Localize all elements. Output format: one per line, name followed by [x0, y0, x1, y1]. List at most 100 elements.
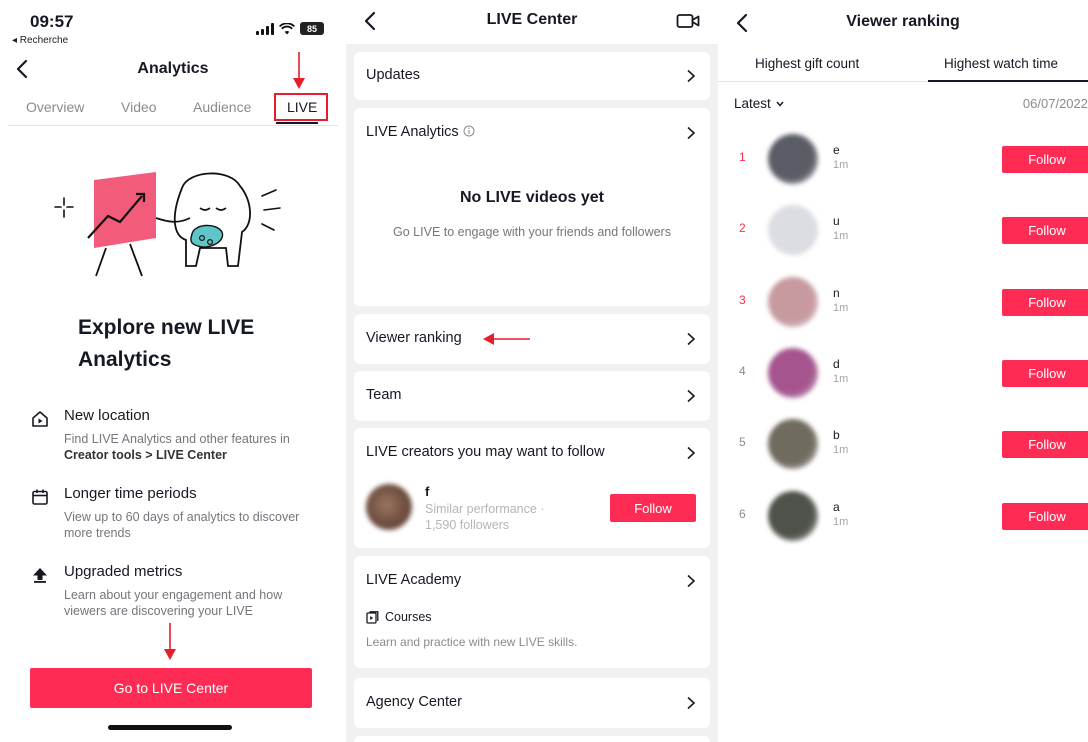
watch-time: 1m	[833, 515, 849, 528]
follow-button[interactable]: Follow	[1002, 502, 1088, 530]
feature-description-bold: Creator tools > LIVE Center	[64, 448, 227, 462]
suggested-creators-card: LIVE creators you may want to follow f S…	[354, 428, 710, 548]
live-academy-label[interactable]: LIVE Academy	[366, 572, 461, 588]
updates-label: Updates	[366, 67, 421, 83]
viewer-row[interactable]: 4 d 1m Follow	[718, 342, 1088, 404]
tab-highest-gift-count[interactable]: Highest gift count	[755, 56, 859, 71]
battery-icon: 85	[300, 22, 324, 35]
annotation-arrow-down-icon	[164, 623, 176, 660]
ranking-date: 06/07/2022	[1022, 96, 1088, 111]
viewer-row[interactable]: 1 e 1m Follow	[718, 128, 1088, 190]
chevron-right-icon	[687, 389, 696, 403]
viewer-avatar[interactable]	[768, 205, 818, 256]
viewer-avatar[interactable]	[768, 347, 818, 398]
viewer-row[interactable]: 5 b 1m Follow	[718, 413, 1088, 475]
watch-time: 1m	[833, 444, 849, 457]
live-analytics-card: LIVE Analytics No LIVE videos yet Go LIV…	[354, 108, 710, 306]
feature-description: View up to 60 days of analytics to disco…	[64, 510, 300, 540]
viewer-row[interactable]: 2 u 1m Follow	[718, 199, 1088, 261]
live-analytics-label-text: LIVE Analytics	[366, 124, 459, 140]
active-tab-underline	[928, 80, 1088, 82]
viewer-row[interactable]: 6 a 1m Follow	[718, 485, 1088, 547]
home-play-icon	[32, 411, 48, 427]
viewer-avatar[interactable]	[768, 419, 818, 470]
follow-button[interactable]: Follow	[610, 494, 696, 522]
empty-state-description: Go LIVE to engage with your friends and …	[393, 225, 671, 239]
live-academy-card: LIVE Academy Courses Learn and practice …	[354, 556, 710, 668]
follow-button[interactable]: Follow	[1002, 217, 1088, 245]
rank-number: 4	[739, 363, 746, 378]
rank-number: 5	[739, 435, 746, 450]
team-row[interactable]: Team	[354, 371, 710, 421]
follow-button[interactable]: Follow	[1002, 359, 1088, 387]
feature-upgraded-metrics: Upgraded metrics Learn about your engage…	[30, 563, 330, 623]
viewer-name[interactable]: n	[833, 286, 840, 300]
follow-button[interactable]: Follow	[1002, 431, 1088, 459]
info-icon[interactable]	[463, 125, 475, 137]
wifi-icon	[279, 22, 295, 34]
annotation-highlight-box	[274, 93, 328, 121]
rank-number: 3	[739, 292, 746, 307]
team-label: Team	[366, 387, 402, 403]
watch-time: 1m	[833, 159, 849, 171]
calendar-icon	[32, 489, 48, 505]
courses-label: Courses	[385, 610, 432, 624]
updates-row[interactable]: Updates	[354, 52, 710, 100]
analytics-illustration	[54, 172, 281, 277]
chevron-right-icon[interactable]	[686, 126, 696, 140]
tab-overview[interactable]: Overview	[26, 99, 84, 115]
creator-avatar[interactable]	[366, 484, 412, 530]
viewer-name[interactable]: d	[833, 357, 840, 371]
viewer-name[interactable]: u	[833, 214, 840, 228]
live-analytics-label[interactable]: LIVE Analytics	[366, 124, 475, 140]
feature-description: Learn about your engagement and how view…	[64, 588, 283, 618]
watch-time: 1m	[833, 301, 849, 314]
tab-video[interactable]: Video	[121, 99, 157, 115]
back-to-search-link[interactable]: ◂ Recherche	[12, 35, 68, 46]
chevron-right-icon[interactable]	[686, 574, 696, 588]
video-camera-icon[interactable]	[676, 12, 700, 30]
feature-title: New location	[64, 407, 150, 424]
chevron-right-icon[interactable]	[686, 446, 696, 460]
courses-row[interactable]: Courses	[366, 610, 432, 624]
analytics-screen: 09:57 ◂ Recherche 85 Analytics Overview …	[0, 0, 346, 742]
chevron-down-icon	[776, 101, 784, 107]
tab-highest-watch-time[interactable]: Highest watch time	[944, 56, 1058, 71]
live-center-screen: LIVE Center Updates LIVE Analytics No LI…	[346, 0, 718, 742]
viewer-avatar[interactable]	[768, 276, 818, 327]
rank-number: 6	[739, 506, 746, 521]
signal-icon	[256, 22, 274, 35]
go-to-live-center-button[interactable]: Go to LIVE Center	[30, 668, 312, 708]
viewer-name[interactable]: b	[833, 428, 840, 442]
follow-button[interactable]: Follow	[1002, 146, 1088, 173]
creator-name[interactable]: f	[425, 484, 429, 499]
viewer-ranking-row[interactable]: Viewer ranking	[354, 314, 710, 364]
feature-description-text: Find LIVE Analytics and other features i…	[64, 432, 290, 446]
viewer-name[interactable]: a	[833, 500, 840, 514]
viewer-avatar[interactable]	[768, 490, 818, 541]
feature-title: Longer time periods	[64, 485, 197, 502]
status-icons: 85	[256, 22, 324, 35]
creator-similar-performance: Similar performance ·	[425, 502, 545, 516]
creator-followers: 1,590 followers	[425, 518, 510, 532]
upload-arrow-icon	[33, 568, 47, 583]
period-filter-dropdown[interactable]: Latest	[734, 96, 785, 111]
courses-icon	[366, 610, 379, 624]
chevron-right-icon	[687, 69, 696, 83]
annotation-arrow-left-icon	[483, 333, 530, 345]
viewer-avatar[interactable]	[768, 134, 818, 184]
page-title: LIVE Center	[486, 11, 578, 28]
suggested-creators-label[interactable]: LIVE creators you may want to follow	[366, 444, 605, 460]
tab-audience[interactable]: Audience	[193, 99, 251, 115]
watch-time: 1m	[833, 372, 849, 385]
status-time: 09:57	[30, 12, 74, 31]
viewer-name[interactable]: e	[833, 143, 840, 157]
viewer-row[interactable]: 3 n 1m Follow	[718, 271, 1088, 333]
rank-number: 1	[739, 150, 746, 164]
agency-center-row[interactable]: Agency Center	[354, 678, 710, 728]
follow-button[interactable]: Follow	[1002, 288, 1088, 316]
chevron-right-icon	[687, 332, 696, 346]
feature-title: Upgraded metrics	[64, 563, 183, 580]
empty-state-title: No LIVE videos yet	[459, 189, 605, 206]
annotation-arrow-down-icon	[293, 52, 305, 89]
